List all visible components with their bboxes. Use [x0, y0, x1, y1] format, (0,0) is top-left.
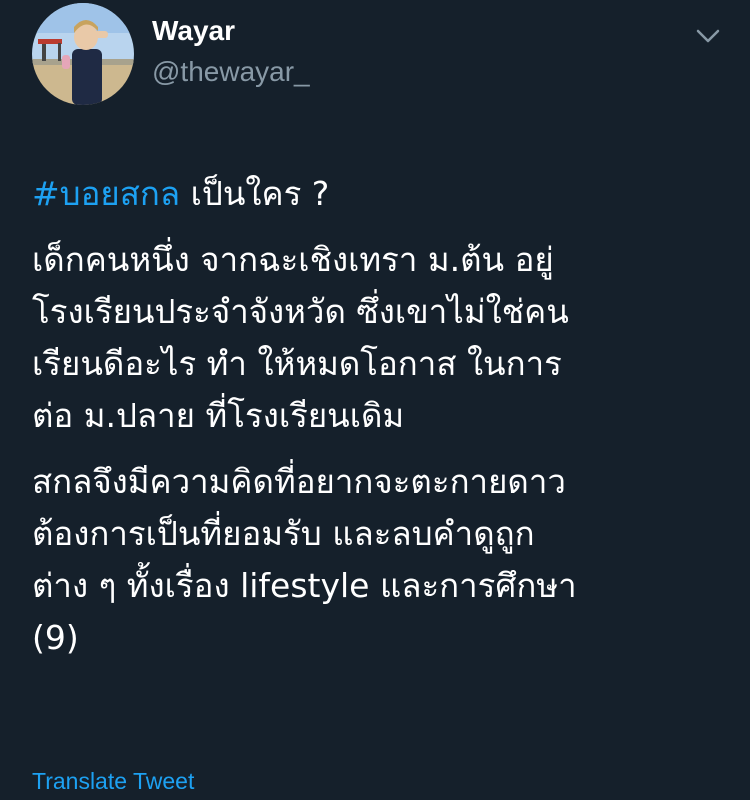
text-line: ต้องการเป็นที่ยอมรับ และลบคำดูถูก	[32, 514, 535, 553]
text-line: ต่อ ม.ปลาย ที่โรงเรียนเดิม	[32, 396, 405, 435]
tweet-paragraph-1: เด็กคนหนึ่ง จากฉะเชิงเทรา ม.ต้น อยู่ โรง…	[32, 234, 732, 442]
text-line: ต่าง ๆ ทั้งเรื่อง lifestyle และการศึกษา	[32, 566, 577, 605]
tweet: Wayar @thewayar_ #บอยสกล เป็นใคร ? เด็กค…	[0, 0, 750, 800]
text-line: สกลจึงมีความคิดที่อยากจะตะกายดาว	[32, 462, 566, 501]
text-line: โรงเรียนประจำจังหวัด ซึ่งเขาไม่ใช่คน	[32, 292, 569, 331]
hashtag-link[interactable]: #บอยสกล	[32, 174, 180, 213]
text-line: เด็กคนหนึ่ง จากฉะเชิงเทรา ม.ต้น อยู่	[32, 240, 554, 279]
tweet-text: #บอยสกล เป็นใคร ? เด็กคนหนึ่ง จากฉะเชิงเ…	[32, 168, 732, 678]
author-handle[interactable]: @thewayar_	[152, 55, 310, 89]
avatar[interactable]	[32, 3, 134, 105]
profile-photo	[32, 3, 134, 105]
tweet-paragraph-2: สกลจึงมีความคิดที่อยากจะตะกายดาว ต้องการ…	[32, 456, 732, 664]
chevron-down-icon[interactable]	[694, 26, 722, 46]
author-display-name[interactable]: Wayar	[152, 14, 235, 48]
translate-tweet-link[interactable]: Translate Tweet	[32, 766, 194, 796]
tweet-headline: #บอยสกล เป็นใคร ?	[32, 168, 732, 220]
headline-text: เป็นใคร ?	[180, 174, 330, 213]
text-line: (9)	[32, 618, 79, 657]
text-line: เรียนดีอะไร ทำ ให้หมดโอกาส ในการ	[32, 344, 562, 383]
